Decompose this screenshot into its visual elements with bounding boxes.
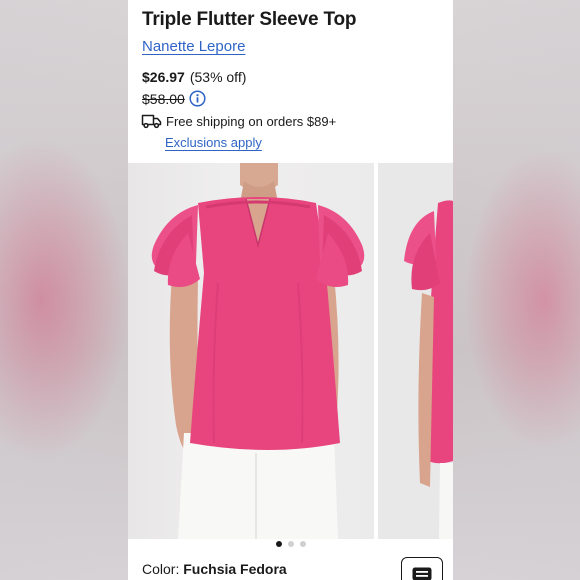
chat-button[interactable] (401, 557, 443, 580)
exclusions-link[interactable]: Exclusions apply (165, 135, 262, 150)
shipping-text: Free shipping on orders $89+ (166, 113, 337, 129)
product-image-main[interactable] (128, 163, 374, 539)
image-gallery[interactable] (128, 163, 453, 539)
brand-link[interactable]: Nanette Lepore (142, 38, 245, 55)
sale-price: $26.97 (142, 69, 185, 85)
product-title: Triple Flutter Sleeve Top (142, 9, 357, 30)
product-page: Triple Flutter Sleeve Top Nanette Lepore… (128, 0, 453, 580)
price-row: $26.97 (53% off) (142, 69, 246, 85)
discount-percent: (53% off) (189, 69, 247, 85)
gallery-dot-1[interactable] (275, 541, 282, 547)
original-price-row: $58.00 (142, 90, 206, 107)
gallery-pagination (128, 541, 453, 547)
shipping-row: Free shipping on orders $89+ (141, 113, 336, 129)
color-row: Color: Fuchsia Fedora (142, 561, 287, 577)
color-value: Fuchsia Fedora (183, 561, 287, 577)
backdrop-left (0, 0, 128, 580)
backdrop-right (453, 0, 580, 580)
chat-icon (412, 567, 432, 580)
gallery-dot-3[interactable] (299, 541, 306, 547)
info-icon[interactable] (189, 90, 206, 107)
gallery-dot-2[interactable] (287, 541, 294, 547)
truck-icon (141, 113, 162, 129)
product-image-next[interactable] (378, 163, 453, 539)
color-label: Color: (142, 561, 180, 577)
original-price: $58.00 (142, 90, 185, 107)
